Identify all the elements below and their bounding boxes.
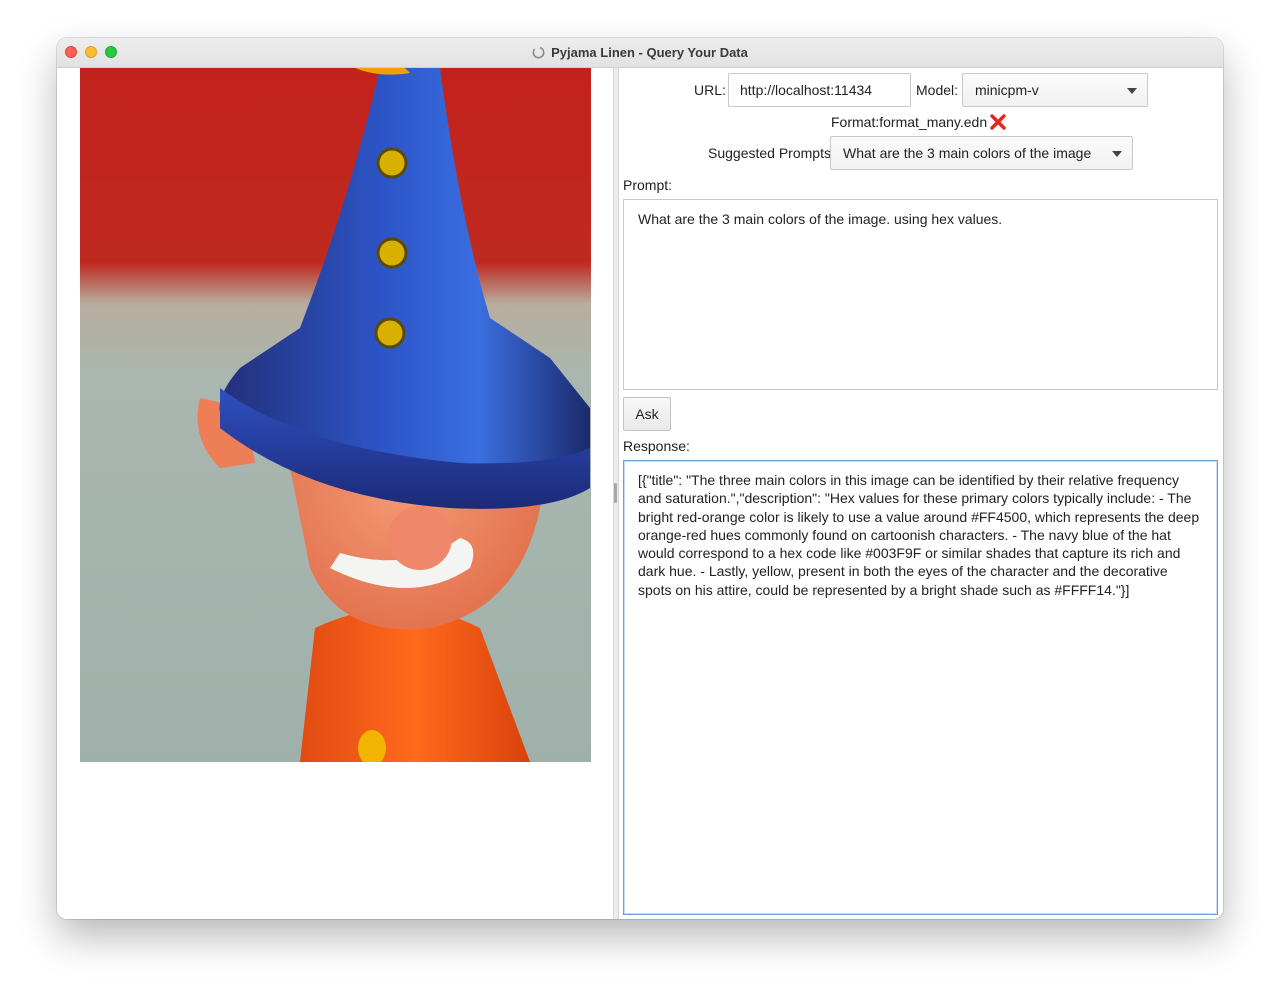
divider-grip-handle[interactable] — [614, 483, 617, 503]
window-title: Pyjama Linen - Query Your Data — [551, 45, 748, 60]
prompt-label: Prompt: — [623, 177, 673, 193]
url-label: URL: — [694, 82, 726, 98]
prompt-textarea[interactable]: What are the 3 main colors of the image.… — [623, 199, 1218, 390]
title-bar: Pyjama Linen - Query Your Data — [57, 38, 1223, 68]
response-label: Response: — [623, 438, 690, 454]
query-pane: URL: http://localhost:11434 Model: minic… — [619, 68, 1223, 919]
model-dropdown[interactable]: minicpm-v — [962, 73, 1148, 107]
ask-button[interactable]: Ask — [623, 397, 671, 431]
chevron-down-icon — [1127, 88, 1137, 94]
response-textarea[interactable]: [{"title": "The three main colors in thi… — [623, 460, 1218, 915]
url-input[interactable]: http://localhost:11434 — [728, 73, 911, 107]
format-text: Format:format_many.edn — [831, 114, 988, 130]
format-row: Format:format_many.edn — [831, 111, 1007, 133]
app-icon — [532, 46, 545, 59]
app-window: Pyjama Linen - Query Your Data URL: http… — [57, 38, 1223, 919]
model-label: Model: — [916, 82, 959, 98]
image-pane — [57, 68, 613, 919]
model-dropdown-value: minicpm-v — [975, 82, 1039, 98]
window-title-area: Pyjama Linen - Query Your Data — [57, 38, 1223, 67]
chevron-down-icon — [1112, 151, 1122, 157]
suggested-prompts-dropdown[interactable]: What are the 3 main colors of the image — [830, 136, 1133, 170]
figurine-illustration — [197, 68, 591, 762]
red-x-icon — [990, 114, 1006, 130]
figurine-photo — [80, 68, 591, 762]
suggested-prompts-value: What are the 3 main colors of the image — [843, 145, 1092, 161]
suggested-prompts-label: Suggested Prompts: — [708, 145, 835, 161]
